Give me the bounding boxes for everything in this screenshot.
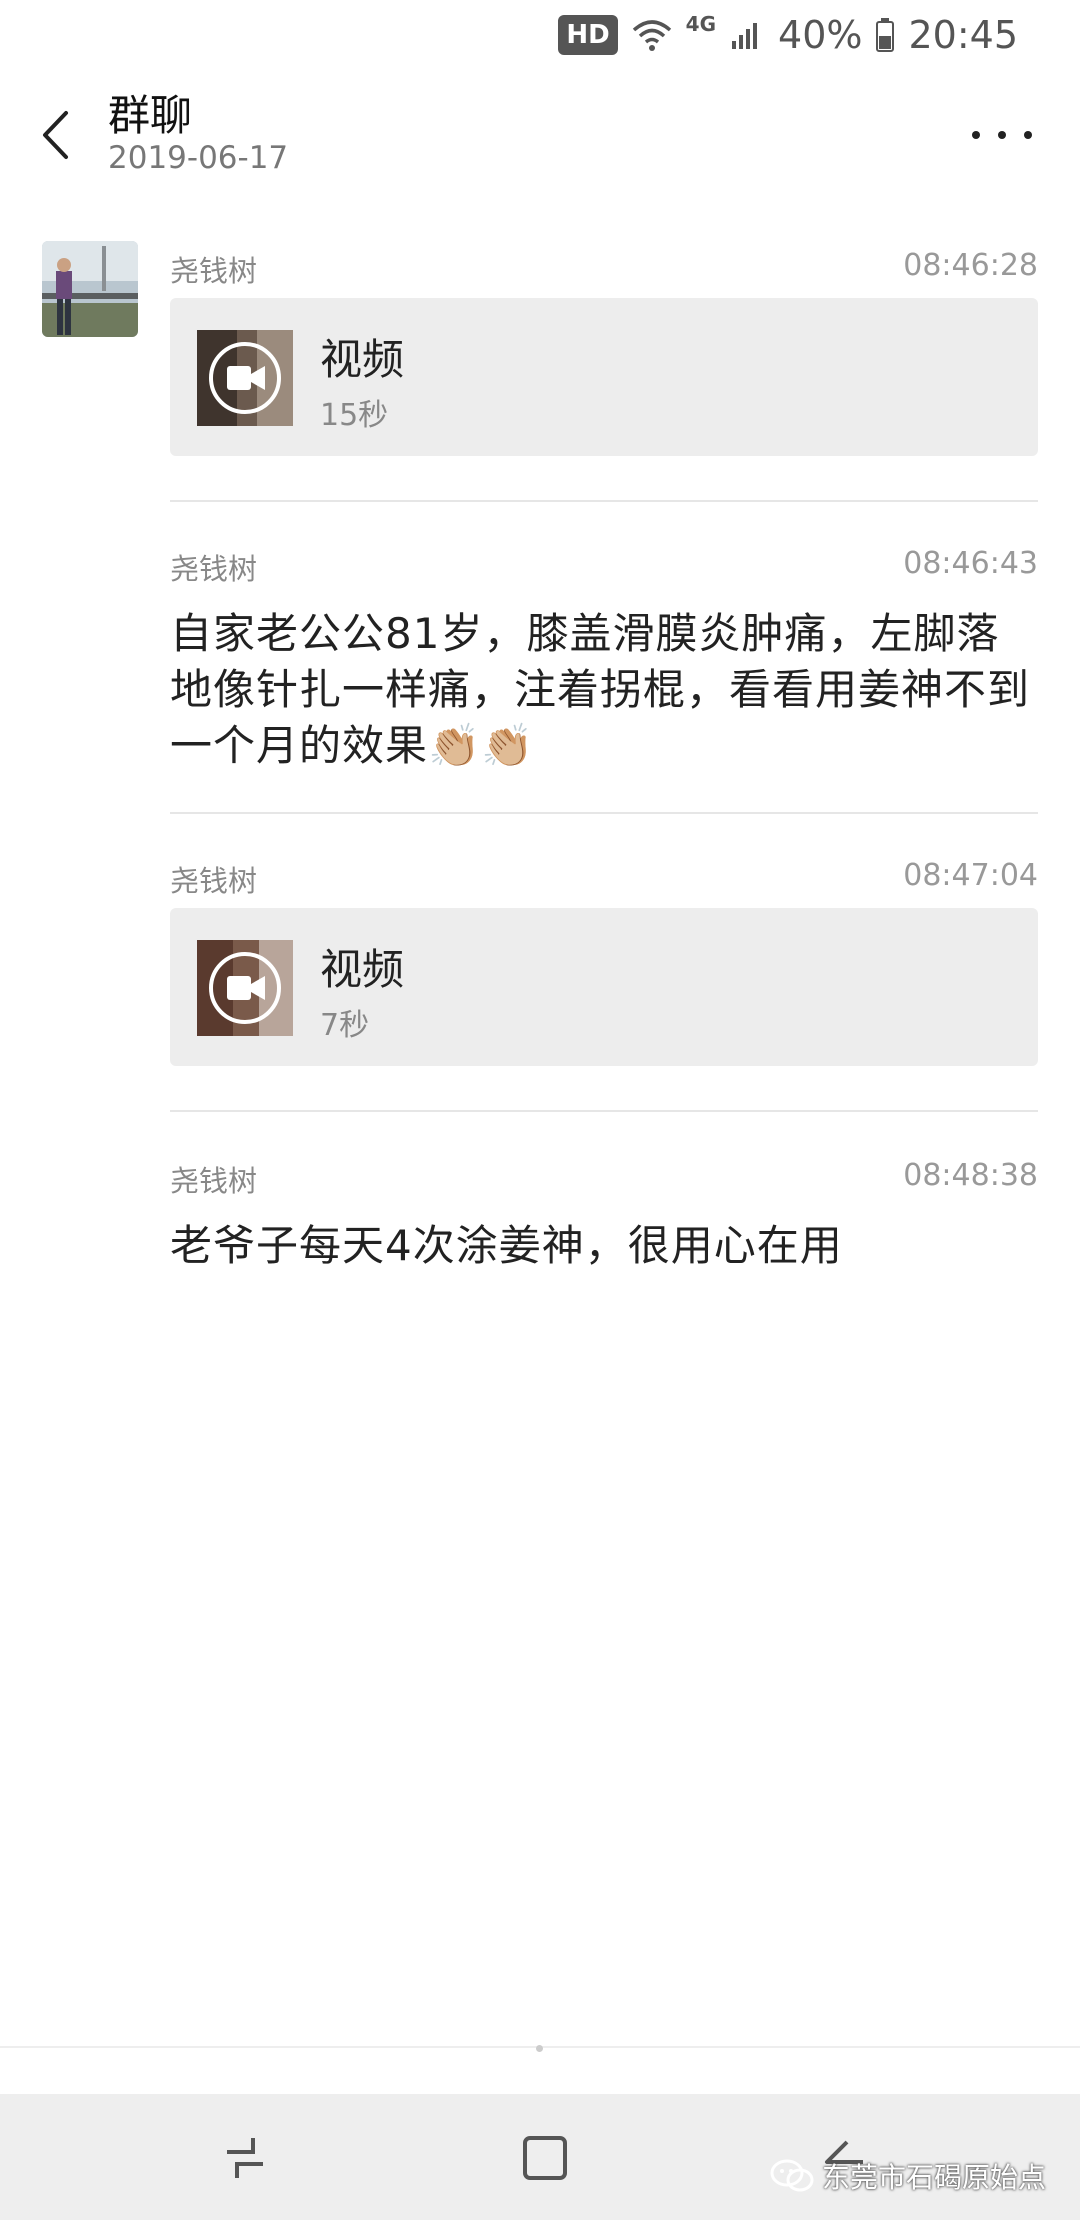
battery-icon bbox=[876, 18, 895, 52]
message-divider bbox=[170, 812, 1038, 814]
hd-badge: HD bbox=[558, 15, 618, 55]
video-camera-icon bbox=[197, 330, 293, 426]
message-divider bbox=[170, 500, 1038, 502]
more-dots-icon bbox=[972, 131, 980, 139]
message-time: 08:46:28 bbox=[903, 248, 1038, 283]
wifi-icon bbox=[632, 18, 672, 52]
more-button[interactable] bbox=[972, 110, 1032, 160]
page-title: 群聊 bbox=[108, 91, 193, 140]
message-time: 08:48:38 bbox=[903, 1158, 1038, 1193]
video-camera-icon bbox=[197, 940, 293, 1036]
sender-name: 尧钱树 bbox=[170, 864, 258, 898]
wechat-icon bbox=[770, 2159, 814, 2192]
video-label: 视频 bbox=[320, 945, 405, 994]
sender-name: 尧钱树 bbox=[170, 254, 258, 288]
video-card[interactable]: 视频 15秒 bbox=[170, 298, 1038, 456]
signal-icon bbox=[730, 19, 764, 51]
home-icon bbox=[523, 2136, 567, 2180]
message-item: 尧钱树 08:47:04 视频 7秒 bbox=[170, 858, 1038, 1068]
avatar[interactable] bbox=[42, 241, 138, 337]
navigation-bar: 东莞市石碣原始点 bbox=[0, 2094, 1080, 2220]
back-button[interactable] bbox=[30, 100, 80, 170]
status-bar: HD 4G 40% 20:45 bbox=[0, 0, 1080, 70]
watermark: 东莞市石碣原始点 bbox=[770, 2156, 1046, 2196]
video-duration: 15秒 bbox=[320, 398, 389, 433]
video-duration: 7秒 bbox=[320, 1008, 370, 1043]
sender-name: 尧钱树 bbox=[170, 1164, 258, 1198]
watermark-text: 东莞市石碣原始点 bbox=[821, 2161, 1046, 2194]
message-item: 尧钱树 08:46:43 自家老公公81岁，膝盖滑膜炎肿痛，左脚落地像针扎一样痛… bbox=[170, 546, 1038, 770]
recent-apps-button[interactable] bbox=[215, 2128, 275, 2188]
sender-name: 尧钱树 bbox=[170, 552, 258, 586]
message-time: 08:46:43 bbox=[903, 546, 1038, 581]
battery-percent: 40% bbox=[778, 13, 863, 57]
chevron-left-icon bbox=[43, 111, 68, 159]
message-time: 08:47:04 bbox=[903, 858, 1038, 893]
scroll-handle bbox=[536, 2045, 543, 2052]
chat-header: 群聊 2019-06-17 bbox=[0, 70, 1080, 200]
message-text: 自家老公公81岁，膝盖滑膜炎肿痛，左脚落地像针扎一样痛，注着拐棍，看看用姜神不到… bbox=[170, 609, 1031, 770]
home-button[interactable] bbox=[515, 2128, 575, 2188]
chat-date: 2019-06-17 bbox=[108, 140, 289, 176]
recent-apps-icon bbox=[227, 2138, 263, 2178]
message-item: 尧钱树 08:46:28 视频 15秒 bbox=[170, 248, 1038, 458]
message-text: 老爷子每天4次涂姜神，很用心在用 bbox=[170, 1221, 843, 1270]
video-card[interactable]: 视频 7秒 bbox=[170, 908, 1038, 1066]
clock: 20:45 bbox=[908, 13, 1018, 57]
message-divider bbox=[170, 1110, 1038, 1112]
network-type: 4G bbox=[685, 12, 717, 36]
video-thumbnail bbox=[197, 940, 293, 1036]
video-thumbnail bbox=[197, 330, 293, 426]
video-label: 视频 bbox=[320, 335, 405, 384]
message-item: 尧钱树 08:48:38 老爷子每天4次涂姜神，很用心在用 bbox=[170, 1158, 1038, 1278]
